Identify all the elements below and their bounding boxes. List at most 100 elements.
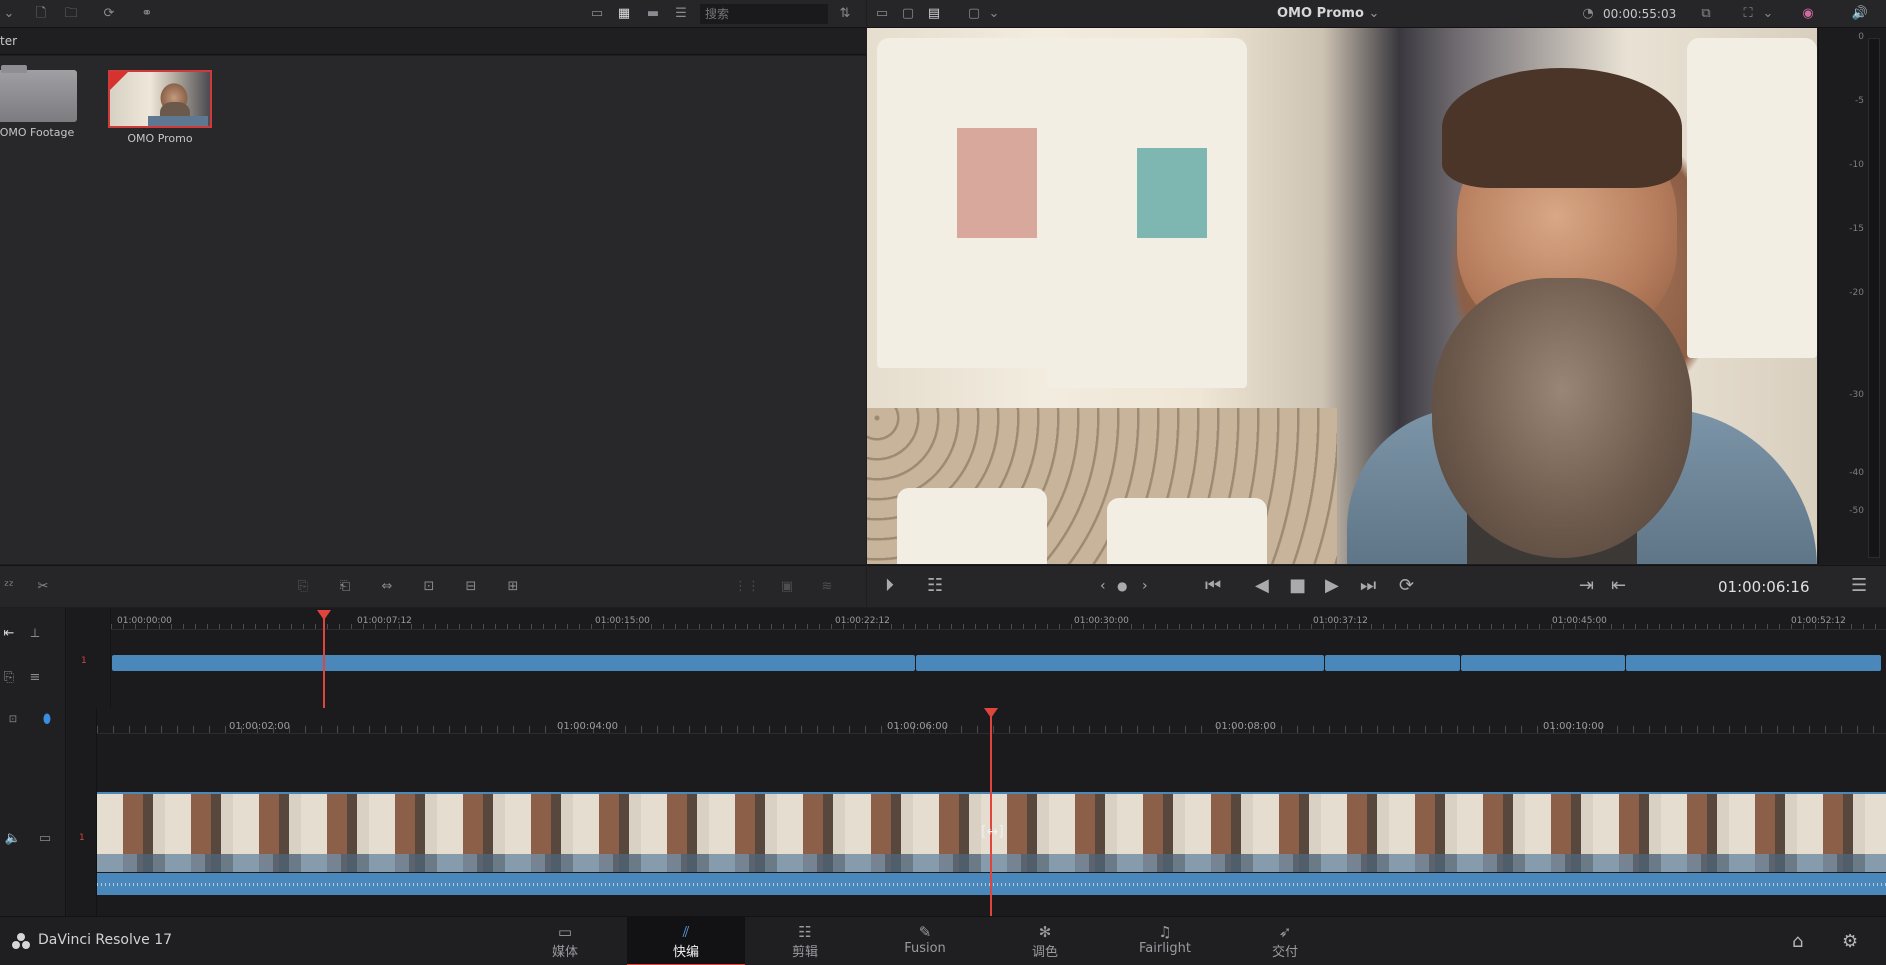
volume-icon[interactable]: 🔊 [1851,6,1869,22]
tab-deliver[interactable]: ➶ 交付 [1226,917,1344,965]
go-to-start-icon[interactable]: ⏮ [1205,576,1221,596]
chevron-down-icon[interactable]: ⌄ [0,6,18,22]
viewer-timeline-name[interactable]: OMO Promo ⌄ [1277,6,1379,21]
track-audio-icon[interactable]: 🔈 [4,831,22,847]
play-mode-icon[interactable]: ⏵ [885,576,894,596]
jog-right-icon[interactable]: › [1142,576,1148,596]
cinema-mode-icon[interactable]: ⧉ [1697,6,1715,22]
timecode-label: 01:00:22:12 [835,616,890,626]
sync-icon[interactable]: ⟳ [100,6,118,22]
tab-color[interactable]: ✻ 调色 [986,917,1104,965]
split-view-icon[interactable]: ⟂ [26,626,44,642]
filmstrip-view-icon[interactable]: ▬ [644,6,662,22]
zoom-full-icon[interactable]: ⇤ [0,626,18,642]
strip-clip[interactable] [1461,655,1625,671]
audio-settings-icon[interactable]: ≡ [26,670,44,686]
play-reverse-icon[interactable]: ◀ [1255,576,1269,596]
go-to-end-icon[interactable]: ⏭ [1360,576,1376,596]
marker-icon[interactable]: ⬮ [38,712,56,728]
meter-bar [1868,38,1880,558]
home-icon[interactable]: ⌂ [1792,931,1803,952]
viewer-settings-icon[interactable]: ☷ [927,576,943,596]
close-up-icon[interactable]: ⊡ [420,579,438,595]
tab-label: 媒体 [551,945,578,960]
metadata-view-icon[interactable]: ▭ [588,6,606,22]
safe-area-icon[interactable]: ▢ [965,6,983,22]
place-on-top-icon[interactable]: ⊟ [462,579,480,595]
unlink-icon[interactable]: ⚭ [138,6,156,22]
chevron-down-icon[interactable]: ⌄ [1759,6,1777,22]
color-wheel-icon[interactable]: ◉ [1799,6,1817,22]
cut-page-icon: ⫽ [682,923,690,941]
source-overwrite-icon[interactable]: ⊞ [504,579,522,595]
play-icon[interactable]: ▶ [1325,576,1339,596]
upper-timeline[interactable]: 01:00:00:00 01:00:07:12 01:00:15:00 01:0… [111,608,1886,708]
bin-item-omo-footage[interactable]: OMO Footage [0,65,92,139]
previous-edit-icon[interactable]: ⇤ [1611,576,1626,596]
bin-item-label: OMO Promo [127,132,193,145]
trim-cursor-icon: [↔] [981,824,1004,840]
source-clip-icon[interactable]: ▢ [899,6,917,22]
import-folder-icon[interactable]: 🗀 [62,6,80,22]
timecode-label: 01:00:06:00 [887,721,949,732]
fullscreen-icon[interactable]: ⛶ [1739,6,1757,22]
media-pool-area: OMO Footage OMO Promo [0,56,866,564]
source-tape-icon[interactable]: ▭ [873,6,891,22]
scissors-icon[interactable]: ✂ [34,579,52,595]
meter-tick: -40 [1849,468,1864,478]
playhead[interactable] [323,618,325,708]
next-edit-icon[interactable]: ⇥ [1579,576,1594,596]
timeline-viewer-icon[interactable]: ▤ [925,6,943,22]
timeline-settings-icon[interactable]: ⊡ [4,712,22,728]
sync-bin-icon[interactable]: ⋮⋮ [734,579,760,595]
smart-insert-icon[interactable]: ⎘ [294,579,312,595]
ripple-overwrite-icon[interactable]: ⇔ [378,579,396,595]
tab-label: 调色 [1031,945,1058,960]
strip-clip[interactable] [112,655,915,671]
playhead[interactable] [990,716,992,916]
color-page-icon: ✻ [1038,923,1052,941]
tab-media[interactable]: ▭ 媒体 [506,917,624,965]
chevron-down-icon[interactable]: ⌄ [985,6,1003,22]
upper-timeline-ruler[interactable]: 01:00:00:00 01:00:07:12 01:00:15:00 01:0… [111,608,1886,630]
sort-icon[interactable]: ⇅ [836,6,854,22]
timecode-label: 01:00:07:12 [357,616,412,626]
track-video-icon[interactable]: ▭ [36,831,54,847]
strip-clip[interactable] [1325,655,1460,671]
gear-icon[interactable]: ⚙ [1842,931,1858,952]
tab-fusion[interactable]: ✎ Fusion [866,917,984,965]
loop-icon[interactable]: ⟳ [1399,576,1414,596]
tab-edit[interactable]: ☷ 剪辑 [746,917,864,965]
fairlight-page-icon: ♫ [1158,923,1172,941]
options-menu-icon[interactable]: ☰ [1851,576,1867,596]
lower-timeline[interactable]: 01:00:02:00 01:00:04:00 01:00:06:00 01:0… [97,708,1886,916]
thumbnail-view-icon[interactable]: ▦ [615,6,633,22]
stop-icon[interactable]: ■ [1289,576,1306,596]
tab-cut[interactable]: ⫽ 快编 [627,917,745,965]
tab-fairlight[interactable]: ♫ Fairlight [1106,917,1224,965]
source-tape-icon[interactable]: ▣ [778,579,796,595]
meter-tick: -10 [1849,160,1864,170]
jog-dot-icon[interactable]: ● [1117,576,1127,596]
track-number: 1 [81,656,87,666]
folder-icon [0,65,77,122]
audio-sync-icon[interactable]: ≋ [818,579,836,595]
bin-item-omo-promo[interactable]: OMO Promo [105,70,215,145]
viewer-timecode[interactable]: 01:00:06:16 [1718,578,1810,596]
meter-tick: -15 [1849,224,1864,234]
jog-left-icon[interactable]: ‹ [1100,576,1106,596]
timecode-label: 01:00:10:00 [1543,721,1605,732]
import-media-icon[interactable]: 🗋 [32,6,50,22]
search-input[interactable] [700,4,828,24]
fusion-page-icon: ✎ [918,923,932,941]
timecode-label: 01:00:30:00 [1074,616,1129,626]
zz-icon[interactable]: ᶻᶻ [0,579,18,595]
timecode-label: 01:00:08:00 [1215,721,1277,732]
strip-clip[interactable] [1626,655,1881,671]
track-settings-icon[interactable]: ⎘ [0,670,18,686]
list-view-icon[interactable]: ☰ [672,6,690,22]
append-icon[interactable]: ⎗ [336,579,354,595]
viewer-image[interactable] [867,28,1817,564]
tab-label: Fusion [904,941,946,956]
strip-clip[interactable] [916,655,1324,671]
